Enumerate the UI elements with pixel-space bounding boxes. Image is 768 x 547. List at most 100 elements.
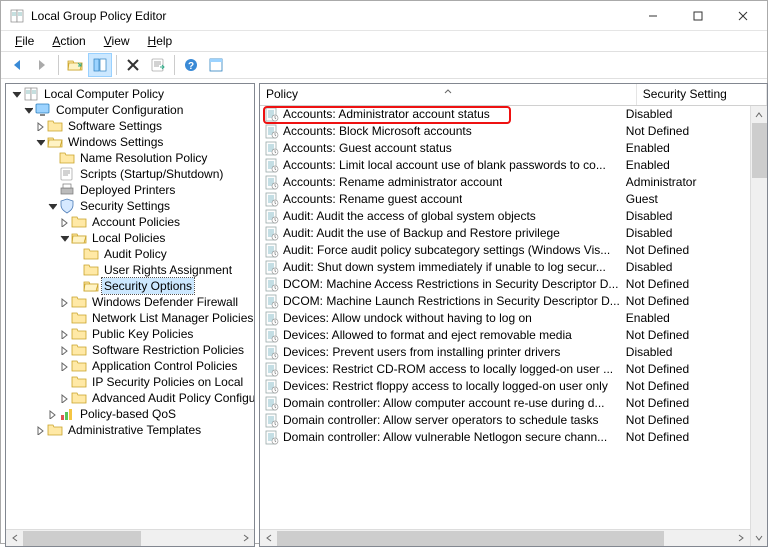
delete-button[interactable] bbox=[121, 53, 145, 77]
tree-software-restriction[interactable]: Software Restriction Policies bbox=[8, 342, 254, 358]
column-security-setting[interactable]: Security Setting bbox=[637, 84, 767, 105]
up-button[interactable] bbox=[63, 53, 87, 77]
chevron-down-icon[interactable] bbox=[10, 88, 22, 100]
menu-help[interactable]: Help bbox=[140, 33, 181, 49]
chevron-right-icon[interactable] bbox=[58, 392, 70, 404]
forward-button[interactable] bbox=[30, 53, 54, 77]
tree-software-settings[interactable]: Software Settings bbox=[8, 118, 254, 134]
tree-h-scrollbar[interactable] bbox=[6, 529, 254, 546]
tree-deployed-printers[interactable]: Deployed Printers bbox=[8, 182, 254, 198]
chevron-none bbox=[58, 376, 70, 388]
tree-scripts[interactable]: Scripts (Startup/Shutdown) bbox=[8, 166, 254, 182]
tree-computer-configuration[interactable]: Computer Configuration bbox=[8, 102, 254, 118]
list-row[interactable]: Domain controller: Allow vulnerable Netl… bbox=[260, 429, 750, 446]
list-row[interactable]: Accounts: Rename guest accountGuest bbox=[260, 191, 750, 208]
minimize-button[interactable] bbox=[630, 1, 675, 30]
list-row[interactable]: Accounts: Block Microsoft accountsNot De… bbox=[260, 123, 750, 140]
list-row[interactable]: Audit: Audit the use of Backup and Resto… bbox=[260, 225, 750, 242]
folder-open-icon bbox=[83, 278, 99, 294]
properties-button[interactable] bbox=[204, 53, 228, 77]
menu-file[interactable]: File bbox=[7, 33, 42, 49]
tree-user-rights[interactable]: User Rights Assignment bbox=[8, 262, 254, 278]
policy-list[interactable]: Accounts: Administrator account statusDi… bbox=[260, 106, 750, 529]
tree-root[interactable]: Local Computer Policy bbox=[8, 86, 254, 102]
back-button[interactable] bbox=[5, 53, 29, 77]
chevron-right-icon[interactable] bbox=[34, 120, 46, 132]
tree-ipsec[interactable]: IP Security Policies on Local bbox=[8, 374, 254, 390]
policy-tree[interactable]: Local Computer Policy Computer Configura… bbox=[6, 84, 254, 529]
scroll-down-icon[interactable] bbox=[751, 529, 767, 546]
policy-name: DCOM: Machine Launch Restrictions in Sec… bbox=[283, 293, 620, 310]
list-row[interactable]: Accounts: Administrator account statusDi… bbox=[260, 106, 750, 123]
policy-icon bbox=[264, 362, 280, 378]
tree-label: Software Settings bbox=[66, 118, 164, 134]
tree-local-policies[interactable]: Local Policies bbox=[8, 230, 254, 246]
chevron-down-icon[interactable] bbox=[58, 232, 70, 244]
list-row[interactable]: Accounts: Limit local account use of bla… bbox=[260, 157, 750, 174]
list-row[interactable]: Audit: Audit the access of global system… bbox=[260, 208, 750, 225]
chevron-none bbox=[70, 280, 82, 292]
chevron-down-icon[interactable] bbox=[46, 200, 58, 212]
policy-icon bbox=[264, 243, 280, 259]
tree-label: Account Policies bbox=[90, 214, 182, 230]
tree-network-list[interactable]: Network List Manager Policies bbox=[8, 310, 254, 326]
tree-public-key[interactable]: Public Key Policies bbox=[8, 326, 254, 342]
list-row[interactable]: DCOM: Machine Access Restrictions in Sec… bbox=[260, 276, 750, 293]
menu-action[interactable]: Action bbox=[44, 33, 93, 49]
export-button[interactable] bbox=[146, 53, 170, 77]
close-button[interactable] bbox=[720, 1, 765, 30]
list-row[interactable]: Devices: Restrict CD-ROM access to local… bbox=[260, 361, 750, 378]
tree-security-settings[interactable]: Security Settings bbox=[8, 198, 254, 214]
help-button[interactable]: ? bbox=[179, 53, 203, 77]
chevron-down-icon[interactable] bbox=[34, 136, 46, 148]
list-v-scrollbar[interactable] bbox=[750, 106, 767, 546]
folder-icon bbox=[71, 310, 87, 326]
menu-view[interactable]: View bbox=[96, 33, 138, 49]
chevron-right-icon[interactable] bbox=[34, 424, 46, 436]
policy-icon bbox=[264, 277, 280, 293]
tree-admin-templates[interactable]: Administrative Templates bbox=[8, 422, 254, 438]
chevron-right-icon[interactable] bbox=[58, 328, 70, 340]
tree-audit-policy[interactable]: Audit Policy bbox=[8, 246, 254, 262]
policy-icon bbox=[264, 141, 280, 157]
list-row[interactable]: Devices: Allow undock without having to … bbox=[260, 310, 750, 327]
list-row[interactable]: Devices: Prevent users from installing p… bbox=[260, 344, 750, 361]
list-row[interactable]: Devices: Allowed to format and eject rem… bbox=[260, 327, 750, 344]
column-policy[interactable]: Policy bbox=[260, 84, 637, 105]
chevron-none bbox=[70, 264, 82, 276]
scroll-up-icon[interactable] bbox=[751, 106, 767, 123]
list-h-scrollbar[interactable] bbox=[260, 529, 750, 546]
list-row[interactable]: Domain controller: Allow server operator… bbox=[260, 412, 750, 429]
tree-app-control[interactable]: Application Control Policies bbox=[8, 358, 254, 374]
maximize-button[interactable] bbox=[675, 1, 720, 30]
menubar: File Action View Help bbox=[1, 31, 767, 51]
tree-security-options[interactable]: Security Options bbox=[8, 278, 254, 294]
policy-name: Domain controller: Allow server operator… bbox=[283, 412, 598, 429]
chevron-right-icon[interactable] bbox=[58, 344, 70, 356]
chevron-right-icon[interactable] bbox=[58, 296, 70, 308]
chevron-down-icon[interactable] bbox=[22, 104, 34, 116]
policy-name: Audit: Audit the use of Backup and Resto… bbox=[283, 225, 560, 242]
tree-windows-settings[interactable]: Windows Settings bbox=[8, 134, 254, 150]
chevron-right-icon[interactable] bbox=[58, 216, 70, 228]
tree-defender-firewall[interactable]: Windows Defender Firewall bbox=[8, 294, 254, 310]
folder-icon bbox=[47, 422, 63, 438]
list-header: Policy Security Setting bbox=[260, 84, 767, 106]
scroll-icon bbox=[59, 166, 75, 182]
tree-qos[interactable]: Policy-based QoS bbox=[8, 406, 254, 422]
tree-account-policies[interactable]: Account Policies bbox=[8, 214, 254, 230]
chevron-none bbox=[58, 312, 70, 324]
list-row[interactable]: Audit: Force audit policy subcategory se… bbox=[260, 242, 750, 259]
list-row[interactable]: Audit: Shut down system immediately if u… bbox=[260, 259, 750, 276]
tree-name-resolution[interactable]: Name Resolution Policy bbox=[8, 150, 254, 166]
list-row[interactable]: Accounts: Rename administrator accountAd… bbox=[260, 174, 750, 191]
tree-advanced-audit[interactable]: Advanced Audit Policy Configuration bbox=[8, 390, 254, 406]
list-row[interactable]: Domain controller: Allow computer accoun… bbox=[260, 395, 750, 412]
chevron-right-icon[interactable] bbox=[46, 408, 58, 420]
list-row[interactable]: Accounts: Guest account statusEnabled bbox=[260, 140, 750, 157]
show-tree-button[interactable] bbox=[88, 53, 112, 77]
list-row[interactable]: Devices: Restrict floppy access to local… bbox=[260, 378, 750, 395]
chevron-right-icon[interactable] bbox=[58, 360, 70, 372]
column-label: Policy bbox=[266, 87, 298, 101]
list-row[interactable]: DCOM: Machine Launch Restrictions in Sec… bbox=[260, 293, 750, 310]
